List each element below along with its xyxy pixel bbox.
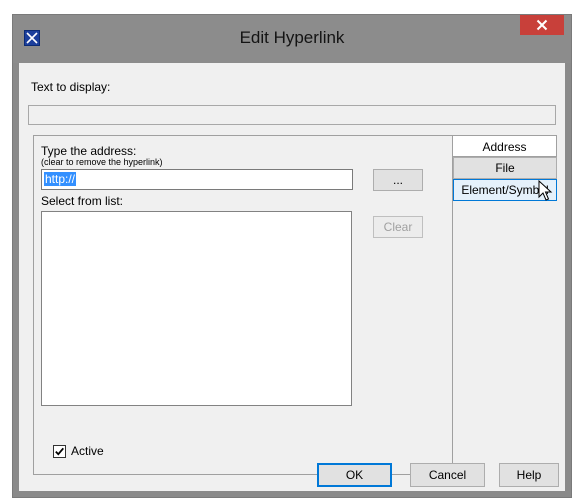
tab-file[interactable]: File (453, 157, 557, 179)
type-address-label: Type the address: (41, 144, 137, 158)
select-from-list-label: Select from list: (41, 194, 124, 208)
address-panel-content: Type the address: (clear to remove the h… (34, 136, 452, 474)
close-button[interactable] (520, 15, 564, 35)
edit-hyperlink-dialog: Edit Hyperlink Text to display: Type the… (12, 14, 572, 498)
help-button[interactable]: Help (499, 463, 559, 487)
window-title: Edit Hyperlink (239, 28, 345, 47)
address-panel: Type the address: (clear to remove the h… (33, 135, 453, 475)
tab-address[interactable]: Address (453, 135, 557, 157)
active-checkbox[interactable] (53, 445, 66, 458)
browse-button[interactable]: ... (373, 169, 423, 191)
address-list[interactable] (41, 211, 352, 406)
active-label: Active (71, 444, 104, 458)
mouse-pointer-icon (538, 180, 553, 201)
ok-button[interactable]: OK (317, 463, 392, 487)
clear-button[interactable]: Clear (373, 216, 423, 238)
title-bar[interactable]: Edit Hyperlink (13, 15, 571, 63)
cancel-button[interactable]: Cancel (410, 463, 485, 487)
address-input-value: http:// (44, 172, 77, 186)
address-hint: (clear to remove the hyperlink) (41, 157, 163, 167)
address-input[interactable]: http:// (41, 169, 353, 190)
text-to-display-label: Text to display: (31, 80, 111, 94)
checkmark-icon (55, 447, 64, 456)
dialog-body: Text to display: Type the address: (clea… (19, 63, 565, 491)
close-icon (536, 19, 548, 31)
text-to-display-field[interactable] (28, 105, 556, 125)
